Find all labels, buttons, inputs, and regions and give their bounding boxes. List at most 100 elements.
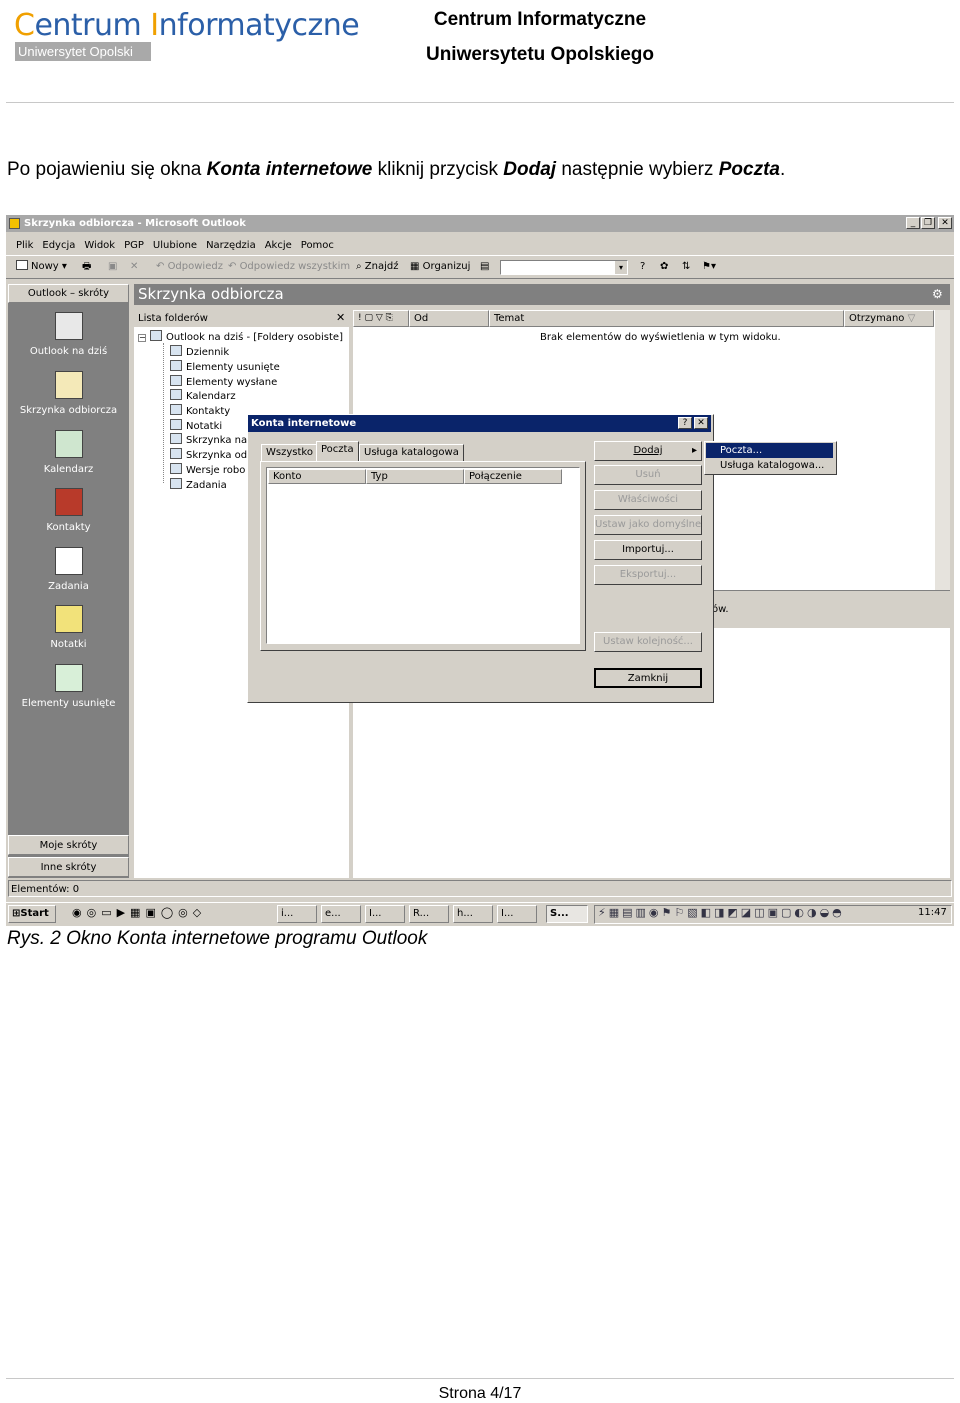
- tab-all[interactable]: Wszystko: [261, 444, 318, 461]
- shortcut-notes[interactable]: Notatki: [8, 605, 129, 650]
- folder-item[interactable]: Elementy wysłane: [170, 375, 277, 388]
- page-number: Strona 4/17: [438, 1385, 522, 1402]
- options-icon[interactable]: ⚑▾: [702, 256, 716, 278]
- menu-ulubione[interactable]: Ulubione: [153, 240, 197, 251]
- menu-edycja[interactable]: Edycja: [42, 240, 75, 251]
- menu-item-directory[interactable]: Usługa katalogowa...: [706, 458, 833, 473]
- folder-item[interactable]: Skrzynka nad: [170, 433, 254, 446]
- folder-item[interactable]: Kontakty: [170, 404, 230, 417]
- reply-all-icon: ↶: [228, 261, 240, 272]
- export-button[interactable]: Eksportuj...: [594, 565, 702, 585]
- menu-akcje[interactable]: Akcje: [265, 240, 292, 251]
- send-receive-icon[interactable]: ⇅: [682, 256, 690, 278]
- close-icon[interactable]: ✕: [938, 217, 952, 229]
- folder-item[interactable]: Kalendarz: [170, 389, 236, 402]
- column-received[interactable]: Otrzymano ▽: [844, 310, 934, 327]
- folder-root-label: Outlook na dziś - [Foldery osobiste]: [166, 332, 343, 343]
- move-icon: ▣: [108, 261, 118, 272]
- folder-item[interactable]: Dziennik: [170, 345, 229, 358]
- menu-item-mail[interactable]: Poczta...: [706, 443, 833, 458]
- task-button[interactable]: e...: [321, 905, 361, 923]
- address-book-icon[interactable]: ▤: [480, 256, 489, 278]
- delete-icon: ✕: [130, 261, 139, 272]
- column-account[interactable]: Konto: [268, 469, 366, 484]
- menu-pomoc[interactable]: Pomoc: [301, 240, 334, 251]
- folder-item[interactable]: Skrzynka odb: [170, 448, 254, 461]
- task-button[interactable]: i...: [277, 905, 317, 923]
- task-button[interactable]: I...: [497, 905, 537, 923]
- tray-icons[interactable]: ⚡▦▤▥◉⚑⚐▧◧◨◩◪◫▣▢◐◑◒◓: [598, 906, 845, 919]
- collapse-icon[interactable]: −: [138, 334, 146, 342]
- task-button[interactable]: R...: [409, 905, 449, 923]
- find-contact-input[interactable]: ▾: [500, 260, 628, 275]
- import-button[interactable]: Importuj...: [594, 540, 702, 560]
- properties-button[interactable]: Właściwości: [594, 490, 702, 510]
- tab-mail[interactable]: Poczta: [316, 441, 359, 461]
- set-order-button[interactable]: Ustaw kolejność...: [594, 632, 702, 652]
- find-button[interactable]: ⌕ Znajdź: [356, 256, 398, 278]
- column-from[interactable]: Od: [409, 310, 489, 327]
- folder-item[interactable]: Notatki: [170, 419, 222, 432]
- column-connection[interactable]: Połączenie: [464, 469, 562, 484]
- folder-item[interactable]: Elementy usunięte: [170, 360, 280, 373]
- shortcuts-header[interactable]: Outlook – skróty: [8, 284, 129, 303]
- contacts-icon: [54, 488, 83, 516]
- sort-icon: ▽: [907, 313, 916, 324]
- task-button-active[interactable]: S...: [546, 905, 588, 923]
- tools-icon[interactable]: ✿: [660, 256, 668, 278]
- shortcut-outlook-today[interactable]: Outlook na dziś: [8, 312, 129, 357]
- print-icon[interactable]: 🖶: [82, 256, 91, 278]
- dialog-close-icon[interactable]: ✕: [694, 417, 708, 429]
- column-icons-header[interactable]: ! ▢ ▽ ⎘: [353, 310, 409, 327]
- my-shortcuts-button[interactable]: Moje skróty: [8, 835, 129, 855]
- folder-item[interactable]: Zadania: [170, 478, 227, 491]
- menu-pgp[interactable]: PGP: [124, 240, 144, 251]
- menu-narzedzia[interactable]: Narzędzia: [206, 240, 256, 251]
- chevron-down-icon[interactable]: ▾: [615, 261, 627, 274]
- shortcut-tasks[interactable]: Zadania: [8, 547, 129, 592]
- accounts-list[interactable]: [266, 467, 580, 644]
- organize-button[interactable]: ▦ Organizuj: [410, 256, 470, 278]
- shortcut-label: Zadania: [48, 581, 89, 592]
- restore-icon[interactable]: ❐: [921, 217, 935, 229]
- window-titlebar: Skrzynka odbiorcza - Microsoft Outlook: [6, 215, 954, 232]
- task-button[interactable]: h...: [453, 905, 493, 923]
- folder-label: Elementy wysłane: [186, 377, 278, 388]
- dialog-help-icon[interactable]: ?: [678, 417, 692, 429]
- set-default-button[interactable]: Ustaw jako domyślne: [594, 515, 702, 535]
- tab-directory[interactable]: Usługa katalogowa: [359, 444, 464, 461]
- task-button[interactable]: I...: [365, 905, 405, 923]
- start-button[interactable]: ⊞Start: [8, 905, 56, 923]
- message-scrollbar[interactable]: [935, 310, 950, 590]
- shortcut-inbox[interactable]: Skrzynka odbiorcza: [8, 371, 129, 416]
- shortcut-label: Skrzynka odbiorcza: [19, 405, 118, 416]
- shortcut-label: Outlook na dziś: [29, 346, 108, 357]
- intro-emphasis: Poczta: [718, 159, 780, 180]
- quick-launch-icons[interactable]: ◉◎▭▶▦▣◯◎◇: [72, 906, 206, 919]
- other-shortcuts-button[interactable]: Inne skróty: [8, 857, 129, 877]
- minimize-icon[interactable]: _: [906, 217, 920, 229]
- panel-options-icon[interactable]: ⚙: [932, 287, 943, 301]
- folder-list-close-icon[interactable]: ✕: [336, 311, 345, 324]
- menu-bar: Plik Edycja Widok PGP Ulubione Narzędzia Akcje…: [16, 238, 343, 253]
- folder-label: Wersje robo: [186, 465, 246, 476]
- remove-button[interactable]: Usuń: [594, 465, 702, 485]
- shortcut-contacts[interactable]: Kontakty: [8, 488, 129, 533]
- shortcut-calendar[interactable]: Kalendarz: [8, 430, 129, 475]
- menu-plik[interactable]: Plik: [16, 240, 33, 251]
- column-subject[interactable]: Temat: [489, 310, 844, 327]
- folder-item[interactable]: Wersje robo: [170, 463, 245, 476]
- help-icon[interactable]: ?: [640, 256, 645, 278]
- add-label: Dodaj: [633, 445, 663, 456]
- intro-paragraph: Po pojawieniu się okna Konta internetowe…: [7, 159, 785, 181]
- folder-icon: [170, 375, 182, 386]
- close-button[interactable]: Zamknij: [594, 668, 702, 688]
- column-type[interactable]: Typ: [366, 469, 464, 484]
- reply-label: Odpowiedz: [167, 261, 223, 272]
- header-line2: Uniwersytetu Opolskiego: [425, 44, 655, 65]
- new-button[interactable]: Nowy ▾: [16, 256, 67, 278]
- folder-root[interactable]: − Outlook na dziś - [Foldery osobiste]: [138, 330, 343, 343]
- menu-widok[interactable]: Widok: [84, 240, 115, 251]
- shortcut-deleted[interactable]: Elementy usunięte: [8, 664, 129, 709]
- add-button[interactable]: Dodaj ▸: [594, 441, 702, 461]
